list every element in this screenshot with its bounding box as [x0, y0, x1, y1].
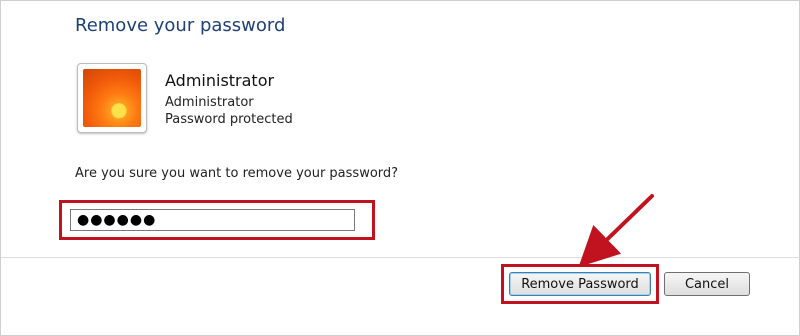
remove-password-button[interactable]: Remove Password [509, 272, 651, 296]
password-input[interactable] [70, 209, 355, 231]
remove-password-dialog: Remove your password Administrator Admin… [0, 0, 800, 336]
user-avatar [77, 63, 147, 133]
user-name: Administrator [165, 71, 275, 90]
cancel-button[interactable]: Cancel [664, 272, 750, 296]
page-title: Remove your password [75, 15, 286, 36]
user-password-status: Password protected [165, 112, 293, 127]
confirmation-question: Are you sure you want to remove your pas… [75, 166, 399, 181]
user-account-type: Administrator [165, 95, 254, 110]
flower-picture-icon [83, 69, 141, 127]
footer-divider [1, 257, 800, 258]
